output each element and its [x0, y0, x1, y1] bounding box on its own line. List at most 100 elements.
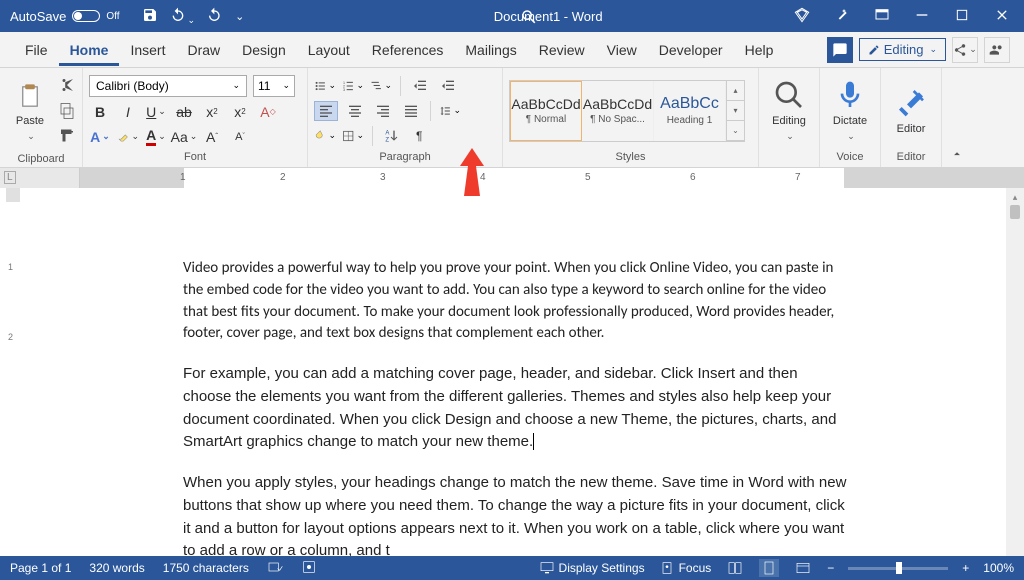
tab-references[interactable]: References — [361, 34, 455, 66]
tab-view[interactable]: View — [596, 34, 648, 66]
editor-button[interactable]: Editor — [887, 75, 935, 147]
tab-insert[interactable]: Insert — [119, 34, 176, 66]
format-painter-icon[interactable] — [58, 128, 76, 151]
show-hide-button[interactable]: ¶ — [409, 126, 431, 146]
multilevel-button[interactable]: ⌄ — [370, 76, 392, 96]
bold-button[interactable]: B — [89, 102, 111, 122]
zoom-out-icon[interactable]: − — [827, 561, 834, 575]
group-font: Calibri (Body)⌄ 11⌄ B I U⌄ ab x2 x2 A◇ A… — [83, 68, 308, 167]
paste-button[interactable]: Paste ⌄ — [10, 82, 50, 142]
grow-font-button[interactable]: Aˆ — [201, 127, 223, 147]
undo-icon[interactable]: ⌄ — [170, 7, 196, 26]
focus-button[interactable]: Focus — [659, 560, 712, 576]
font-color-button[interactable]: A⌄ — [145, 127, 167, 147]
editing-button[interactable]: Editing ⌄ — [765, 75, 813, 147]
qat-customize-icon[interactable]: ⌄ — [235, 10, 244, 23]
strike-button[interactable]: ab — [173, 102, 195, 122]
justify-button[interactable] — [400, 101, 422, 121]
clear-format-button[interactable]: A◇ — [257, 102, 279, 122]
subscript-button[interactable]: x2 — [201, 102, 223, 122]
styles-up-icon[interactable]: ▴ — [727, 81, 744, 101]
tab-home[interactable]: Home — [59, 34, 120, 66]
align-left-button[interactable] — [314, 101, 338, 121]
tab-mailings[interactable]: Mailings — [454, 34, 527, 66]
minimize-icon[interactable] — [914, 7, 930, 26]
text-effects-button[interactable]: A⌄ — [89, 127, 111, 147]
tab-file[interactable]: File — [14, 34, 59, 66]
redo-icon[interactable] — [207, 7, 223, 26]
superscript-button[interactable]: x2 — [229, 102, 251, 122]
tab-layout[interactable]: Layout — [297, 34, 361, 66]
spellcheck-icon[interactable] — [267, 559, 283, 578]
font-size-input[interactable]: 11⌄ — [253, 75, 295, 97]
vertical-scrollbar[interactable]: ▴ — [1006, 188, 1024, 556]
bullets-button[interactable]: ⌄ — [314, 76, 336, 96]
spelling-error[interactable]: t — [386, 542, 390, 556]
display-settings-button[interactable]: Display Settings — [539, 560, 645, 576]
collapse-ribbon-icon[interactable] — [942, 68, 972, 167]
status-chars[interactable]: 1750 characters — [163, 561, 249, 575]
shading-button[interactable]: ⌄ — [314, 126, 336, 146]
dictate-button[interactable]: Dictate ⌄ — [826, 75, 874, 147]
toggle-switch-icon[interactable] — [72, 10, 100, 22]
zoom-in-icon[interactable]: + — [962, 561, 969, 575]
increase-indent-button[interactable] — [437, 76, 459, 96]
body-paragraph[interactable]: When you apply styles, your headings cha… — [183, 472, 848, 556]
macro-icon[interactable] — [301, 559, 317, 578]
copy-icon[interactable] — [58, 102, 76, 125]
save-icon[interactable] — [142, 7, 158, 26]
ruler-mark: 5 — [585, 172, 591, 183]
share-button[interactable]: ⌄ — [952, 37, 978, 63]
status-page[interactable]: Page 1 of 1 — [10, 561, 71, 575]
ribbon-display-icon[interactable] — [874, 7, 890, 26]
tab-design[interactable]: Design — [231, 34, 297, 66]
body-paragraph[interactable]: For example, you can add a matching cove… — [183, 363, 848, 454]
font-name-input[interactable]: Calibri (Body)⌄ — [89, 75, 247, 97]
print-layout-icon[interactable] — [759, 559, 779, 577]
vertical-ruler[interactable]: 12 — [0, 188, 28, 556]
zoom-slider[interactable] — [848, 567, 948, 570]
tab-review[interactable]: Review — [528, 34, 596, 66]
change-case-button[interactable]: Aa⌄ — [173, 127, 195, 147]
styles-gallery[interactable]: AaBbCcDd ¶ Normal AaBbCcDd ¶ No Spac... … — [509, 80, 745, 142]
close-icon[interactable] — [994, 7, 1010, 26]
body-paragraph[interactable]: Video provides a powerful way to help yo… — [183, 258, 848, 345]
decrease-indent-button[interactable] — [409, 76, 431, 96]
styles-more-icon[interactable]: ⌄ — [727, 121, 744, 141]
align-right-button[interactable] — [372, 101, 394, 121]
search-icon[interactable] — [520, 8, 538, 29]
underline-button[interactable]: U⌄ — [145, 102, 167, 122]
highlight-button[interactable]: ⌄ — [117, 127, 139, 147]
numbering-button[interactable]: 123⌄ — [342, 76, 364, 96]
web-layout-icon[interactable] — [793, 559, 813, 577]
borders-button[interactable]: ⌄ — [342, 126, 364, 146]
cut-icon[interactable] — [58, 76, 76, 99]
italic-button[interactable]: I — [117, 102, 139, 122]
comments-button[interactable] — [827, 37, 853, 63]
scroll-thumb[interactable] — [1010, 205, 1020, 219]
status-bar: Page 1 of 1 320 words 1750 characters Di… — [0, 556, 1024, 580]
svg-text:Z: Z — [385, 137, 389, 143]
editing-mode-button[interactable]: Editing ⌄ — [859, 38, 946, 61]
wand-icon[interactable] — [834, 7, 850, 26]
autosave-toggle[interactable]: AutoSave Off — [0, 9, 130, 24]
shrink-font-button[interactable]: Aˇ — [229, 127, 251, 147]
style-heading1[interactable]: AaBbC⁠c Heading 1 — [654, 81, 726, 141]
read-mode-icon[interactable] — [725, 559, 745, 577]
horizontal-ruler[interactable]: 1 2 3 4 5 6 7 — [0, 168, 1024, 188]
style-no-spacing[interactable]: AaBbCcDd ¶ No Spac... — [582, 81, 654, 141]
status-words[interactable]: 320 words — [89, 561, 144, 575]
tab-developer[interactable]: Developer — [648, 34, 734, 66]
styles-down-icon[interactable]: ▾ — [727, 101, 744, 121]
style-normal[interactable]: AaBbCcDd ¶ Normal — [510, 81, 582, 141]
tab-draw[interactable]: Draw — [176, 34, 231, 66]
sort-button[interactable]: AZ — [381, 126, 403, 146]
zoom-level[interactable]: 100% — [983, 561, 1014, 575]
align-center-button[interactable] — [344, 101, 366, 121]
document-page[interactable]: Video provides a powerful way to help yo… — [28, 188, 1006, 556]
maximize-icon[interactable] — [954, 7, 970, 26]
line-spacing-button[interactable]: ⌄ — [439, 101, 461, 121]
diamond-icon[interactable] — [794, 7, 810, 26]
tab-help[interactable]: Help — [734, 34, 785, 66]
people-button[interactable] — [984, 37, 1010, 63]
